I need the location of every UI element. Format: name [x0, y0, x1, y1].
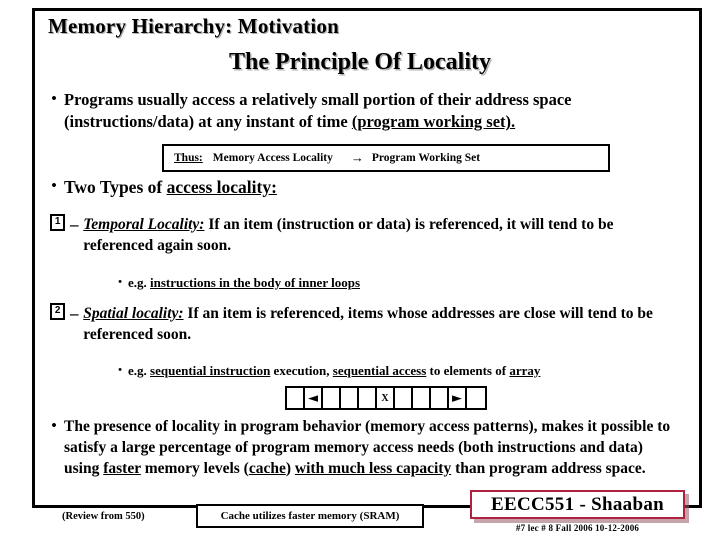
bullet-two-types: • Two Types of access locality:	[44, 176, 672, 199]
temporal-locality-block: 1 – Temporal Locality: If an item (instr…	[50, 214, 672, 256]
spatial-example-prefix: e.g.	[128, 363, 151, 378]
array-cell	[341, 388, 359, 408]
array-sequential-access-diagram: ◄ X ►	[285, 386, 487, 410]
course-badge-subtext: #7 lec # 8 Fall 2006 10-12-2006	[515, 523, 640, 533]
array-cell	[323, 388, 341, 408]
bullet-conclusion: • The presence of locality in program be…	[44, 416, 672, 479]
course-badge: EECC551 - Shaaban	[470, 490, 685, 519]
sub-bullet-dot-icon: •	[118, 364, 122, 376]
thus-right-term: Program Working Set	[371, 152, 481, 164]
dash-icon: –	[69, 304, 79, 323]
conclusion-underlined-capacity: with much less capacity	[294, 460, 452, 478]
cache-sram-callout-box: Cache utilizes faster memory (SRAM)	[196, 504, 424, 528]
bullet-programs-access: • Programs usually access a relatively s…	[44, 89, 672, 134]
thus-callout-box: Thus: Memory Access Locality → Program W…	[162, 144, 610, 172]
slide-canvas: Memory Hierarchy: Motivation The Princip…	[0, 0, 720, 540]
thus-left-term: Memory Access Locality	[212, 152, 333, 164]
page-subtitle: The Principle Of Locality	[229, 49, 491, 75]
conclusion-part-2: memory levels (	[140, 460, 249, 478]
left-arrow-icon: ◄	[308, 390, 318, 406]
right-arrow-icon: ►	[452, 390, 462, 406]
array-cell	[287, 388, 305, 408]
spatial-locality-term: Spatial locality:	[83, 305, 184, 322]
array-cell	[431, 388, 449, 408]
bullet-dot-icon: •	[51, 418, 57, 434]
array-cell	[413, 388, 431, 408]
bullet-2-prefix: Two Types of	[64, 177, 167, 197]
array-cell	[395, 388, 413, 408]
right-arrow-icon: →	[350, 150, 364, 165]
temporal-locality-term: Temporal Locality:	[83, 216, 205, 233]
array-cell-label: X	[381, 392, 389, 404]
spatial-example-underlined-3: array	[509, 363, 541, 378]
bullet-dot-icon: •	[51, 178, 57, 194]
marker-number-1: 1	[50, 214, 66, 231]
thus-label: Thus:	[174, 152, 203, 164]
conclusion-underlined-cache: cache	[248, 460, 286, 478]
conclusion-part-3: )	[285, 460, 295, 478]
array-cell: X	[377, 388, 395, 408]
bullet-dot-icon: •	[51, 91, 57, 107]
temporal-example-block: • e.g. instructions in the body of inner…	[112, 275, 672, 292]
marker-number-2: 2	[50, 303, 66, 320]
conclusion-part-4: than program address space.	[451, 460, 646, 478]
spatial-example-mid: execution,	[270, 363, 333, 378]
temporal-example-prefix: e.g.	[128, 275, 151, 290]
array-cell	[467, 388, 485, 408]
temporal-example-underlined: instructions in the body of inner loops	[150, 275, 360, 290]
sub-bullet-dot-icon: •	[118, 276, 122, 288]
conclusion-underlined-faster: faster	[103, 460, 141, 478]
spatial-example-underlined-1: sequential instruction	[150, 363, 271, 378]
bullet-2-underlined: access locality:	[166, 177, 277, 197]
bullet-1-underlined: (program working set).	[351, 112, 516, 132]
array-cell	[359, 388, 377, 408]
spatial-locality-block: 2 – Spatial locality: If an item is refe…	[50, 303, 672, 345]
spatial-example-block: • e.g. sequential instruction execution,…	[112, 363, 672, 380]
spatial-example-underlined-2: sequential access	[332, 363, 427, 378]
array-cell: ◄	[305, 388, 323, 408]
review-note: (Review from 550)	[62, 511, 145, 522]
array-cell: ►	[449, 388, 467, 408]
dash-icon: –	[69, 215, 79, 234]
spatial-example-tail: to elements of	[426, 363, 510, 378]
page-title: Memory Hierarchy: Motivation	[48, 14, 339, 38]
